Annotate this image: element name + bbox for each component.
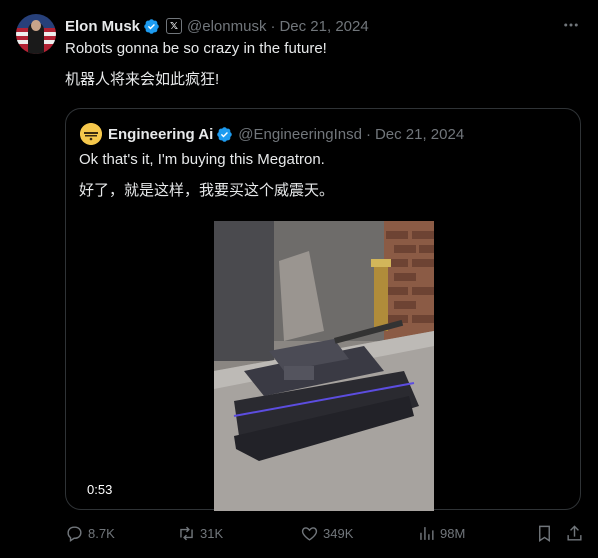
author-name[interactable]: Elon Musk bbox=[65, 18, 140, 35]
author-avatar[interactable] bbox=[16, 14, 56, 54]
more-options-icon[interactable] bbox=[562, 16, 580, 34]
heart-icon bbox=[301, 527, 318, 541]
quoted-author-name[interactable]: Engineering Ai bbox=[108, 126, 213, 143]
megatron-tank-image bbox=[214, 221, 434, 511]
engineering-logo-icon bbox=[80, 123, 102, 145]
share-icon bbox=[567, 525, 582, 541]
quoted-tweet-date[interactable]: Dec 21, 2024 bbox=[375, 126, 464, 143]
reply-icon bbox=[67, 526, 82, 542]
quoted-author-handle[interactable]: @EngineeringInsd bbox=[238, 126, 362, 143]
x-logo-icon: 𝕏 bbox=[166, 18, 183, 34]
verified-badge-icon bbox=[144, 18, 159, 34]
tweet-date[interactable]: Dec 21, 2024 bbox=[279, 18, 368, 35]
tweet-header: Elon Musk 𝕏 @elonmusk · Dec 21, 2024 bbox=[65, 16, 369, 36]
like-count: 349K bbox=[323, 526, 354, 541]
tweet-text-english: Robots gonna be so crazy in the future! bbox=[65, 40, 327, 57]
share-button[interactable] bbox=[565, 524, 588, 543]
bookmark-button[interactable] bbox=[535, 524, 558, 543]
quoted-tweet[interactable]: Engineering Ai @EngineeringInsd · Dec 21… bbox=[65, 108, 581, 511]
reply-count: 8.7K bbox=[88, 526, 115, 541]
separator-dot: · bbox=[365, 125, 371, 143]
quoted-author-avatar[interactable] bbox=[80, 123, 102, 145]
quoted-text-english: Ok that's it, I'm buying this Megatron. bbox=[79, 151, 325, 168]
tweet-text-chinese: 机器人将来会如此疯狂! bbox=[65, 71, 220, 88]
quoted-header: Engineering Ai @EngineeringInsd · Dec 21… bbox=[108, 124, 464, 144]
video-duration: 0:53 bbox=[87, 482, 113, 497]
views-count: 98M bbox=[440, 526, 466, 541]
repost-count: 31K bbox=[200, 526, 224, 541]
author-handle[interactable]: @elonmusk bbox=[187, 18, 266, 35]
reply-button[interactable]: 8.7K bbox=[65, 524, 115, 543]
verified-badge-icon bbox=[217, 126, 233, 142]
repost-icon bbox=[180, 526, 193, 541]
repost-button[interactable]: 31K bbox=[177, 524, 223, 543]
video-thumbnail[interactable] bbox=[214, 221, 434, 511]
views-button[interactable]: 98M bbox=[417, 524, 465, 543]
action-bar: 8.7K 31K 349K 98M bbox=[65, 524, 585, 546]
bookmark-icon bbox=[539, 525, 550, 542]
views-chart-icon bbox=[420, 527, 434, 540]
quoted-text-chinese: 好了，就是这样，我要买这个威震天。 bbox=[79, 182, 335, 199]
like-button[interactable]: 349K bbox=[300, 524, 353, 543]
separator-dot: · bbox=[270, 17, 276, 35]
